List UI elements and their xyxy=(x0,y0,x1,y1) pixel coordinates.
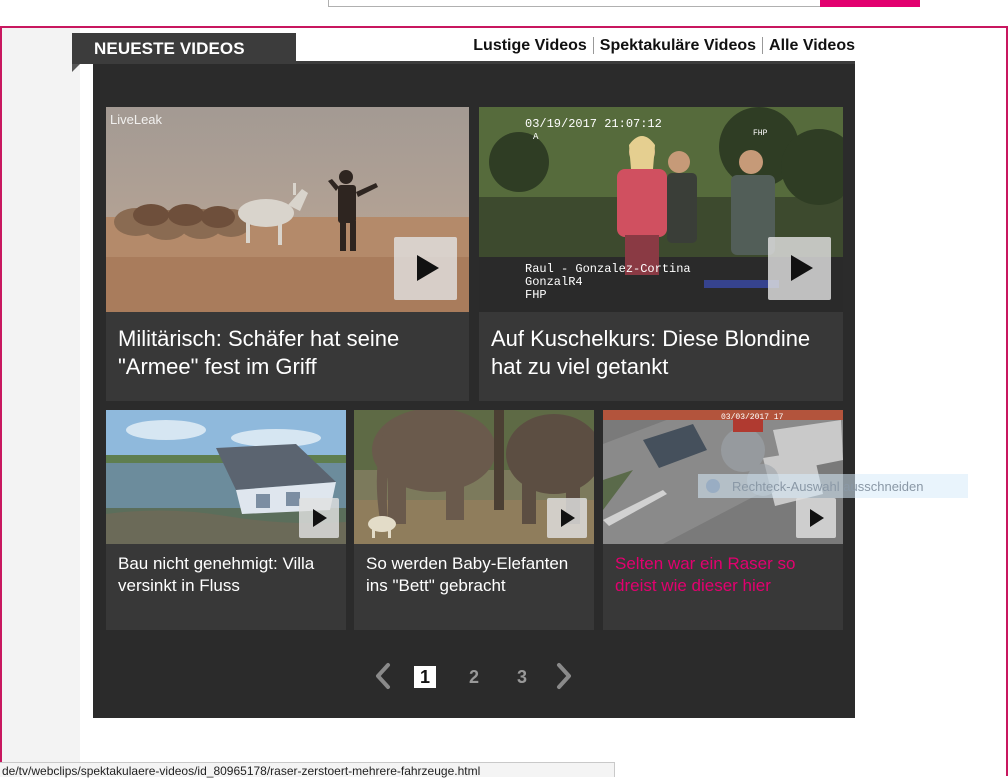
video-panel: LiveLeak Militärisch: Schäfer hat seine … xyxy=(93,64,855,718)
video-title[interactable]: Auf Kuschelkurs: Diese Blondine hat zu v… xyxy=(491,325,831,381)
video-thumbnail[interactable] xyxy=(354,410,594,544)
tooltip-text: Rechteck-Auswahl ausschneiden xyxy=(732,479,924,494)
svg-text:FHP: FHP xyxy=(525,288,547,302)
chevron-right-icon[interactable] xyxy=(553,660,575,692)
top-search-box[interactable] xyxy=(328,0,822,7)
liveleak-watermark: LiveLeak xyxy=(110,112,163,127)
page-1[interactable]: 1 xyxy=(414,666,436,688)
pagination: 1 2 3 xyxy=(372,660,582,692)
header-corner xyxy=(72,64,80,72)
video-card-villa[interactable]: Bau nicht genehmigt: Villa versinkt in F… xyxy=(106,410,346,630)
page-3[interactable]: 3 xyxy=(511,666,533,688)
svg-text:A: A xyxy=(533,132,539,142)
browser-top-strip xyxy=(0,0,1008,28)
video-card-raser[interactable]: 03/03/2017 17 Selten war ein Raser so dr… xyxy=(603,410,843,630)
top-search-button[interactable] xyxy=(820,0,920,7)
section-title: NEUESTE VIDEOS xyxy=(94,39,245,58)
chevron-left-icon[interactable] xyxy=(372,660,394,692)
play-icon[interactable] xyxy=(394,237,457,300)
link-alle-videos[interactable]: Alle Videos xyxy=(762,37,855,54)
link-spektakulaere-videos[interactable]: Spektakuläre Videos xyxy=(592,37,763,54)
section-header: NEUESTE VIDEOS xyxy=(72,33,296,62)
video-thumbnail[interactable]: LiveLeak xyxy=(106,107,469,312)
snipping-tooltip: Rechteck-Auswahl ausschneiden xyxy=(698,474,968,498)
video-title[interactable]: Militärisch: Schäfer hat seine "Armee" f… xyxy=(118,325,457,381)
svg-text:03/03/2017 17: 03/03/2017 17 xyxy=(721,413,784,422)
video-card-blondine[interactable]: 03/19/2017 21:07:12 A FHP Raul - Gonzale… xyxy=(479,107,843,401)
video-title[interactable]: So werden Baby-Elefanten ins "Bett" gebr… xyxy=(366,553,584,597)
video-thumbnail[interactable] xyxy=(106,410,346,544)
video-card-elefanten[interactable]: So werden Baby-Elefanten ins "Bett" gebr… xyxy=(354,410,594,630)
video-card-shepherd[interactable]: LiveLeak Militärisch: Schäfer hat seine … xyxy=(106,107,469,401)
play-icon[interactable] xyxy=(796,498,836,538)
play-icon[interactable] xyxy=(547,498,587,538)
play-icon[interactable] xyxy=(768,237,831,300)
left-gutter xyxy=(2,28,80,776)
category-links: Lustige Videos Spektakuläre Videos Alle Vi… xyxy=(473,37,855,55)
video-title[interactable]: Selten war ein Raser so dreist wie diese… xyxy=(615,553,833,597)
video-title[interactable]: Bau nicht genehmigt: Villa versinkt in F… xyxy=(118,553,336,597)
svg-text:FHP: FHP xyxy=(753,129,768,138)
play-icon[interactable] xyxy=(299,498,339,538)
svg-text:Raul - Gonzalez-Cortina: Raul - Gonzalez-Cortina xyxy=(525,262,691,276)
page-2[interactable]: 2 xyxy=(463,666,485,688)
link-lustige-videos[interactable]: Lustige Videos xyxy=(473,37,593,54)
video-thumbnail[interactable]: 03/19/2017 21:07:12 A FHP Raul - Gonzale… xyxy=(479,107,843,312)
svg-text:GonzalR4: GonzalR4 xyxy=(525,275,583,289)
svg-text:03/19/2017 21:07:12: 03/19/2017 21:07:12 xyxy=(525,117,662,131)
scissors-icon xyxy=(706,479,720,493)
status-bar: de/tv/webclips/spektakulaere-videos/id_8… xyxy=(0,762,615,778)
